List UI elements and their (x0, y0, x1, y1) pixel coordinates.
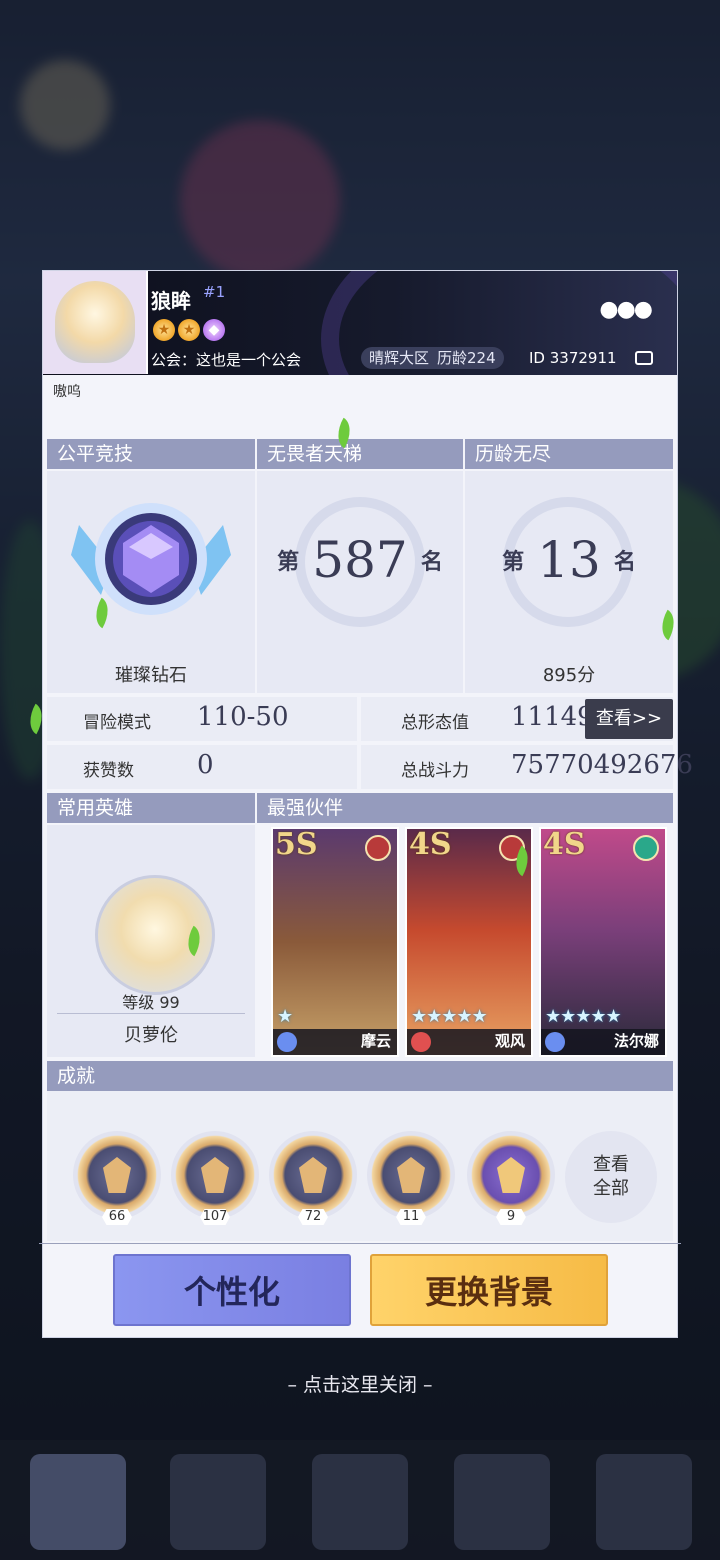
nav-item-guild[interactable] (454, 1454, 550, 1550)
close-hint[interactable]: – 点击这里关闭 – (0, 1370, 720, 1397)
player-id: ID 3372911 (529, 349, 617, 367)
endless-mode-cell[interactable]: 第 13 名 895分 (465, 471, 673, 693)
hero-name: 贝萝伦 (124, 1025, 178, 1046)
endless-rank: 第 13 名 (465, 531, 673, 589)
class-icon (411, 1032, 431, 1052)
stat-label: 冒险模式 (83, 713, 151, 733)
diamond-tier-emblem-icon (71, 503, 231, 615)
partner-card[interactable]: 4S ★★★★★ 观风 (405, 827, 533, 1057)
stat-label: 总形态值 (401, 713, 469, 733)
rank-number: 587 (312, 531, 408, 589)
rank-prefix: 第 (277, 550, 300, 575)
partner-stars: ★ (277, 1006, 293, 1027)
rank-prefix: 第 (502, 550, 525, 575)
section-header-endless: 历龄无尽 (465, 439, 673, 469)
diamond-icon: ◆ (203, 319, 225, 341)
partner-grade: 4S (543, 827, 586, 862)
nav-item-home[interactable] (30, 1454, 126, 1550)
section-header-fair: 公平竞技 (47, 439, 255, 469)
customize-button[interactable]: 个性化 (113, 1254, 351, 1326)
partner-name: 观风 (494, 1032, 525, 1050)
section-header-hero: 常用英雄 (47, 793, 255, 823)
achievement-count: 72 (298, 1209, 328, 1225)
player-name: 狼眸 (151, 289, 191, 313)
section-header-ladder: 无畏者天梯 (257, 439, 463, 469)
vip-stars: ★ ★ ◆ (153, 319, 225, 341)
view-all-line: 查看 (593, 1154, 629, 1175)
more-dots-icon[interactable]: ●●● (599, 297, 653, 322)
achievement-badge[interactable]: 107 (167, 1127, 263, 1225)
account-age: 历龄224 (437, 349, 496, 367)
class-icon (545, 1032, 565, 1052)
copy-icon[interactable] (635, 351, 653, 365)
partner-grade: 4S (409, 827, 452, 862)
partner-name: 摩云 (360, 1032, 391, 1050)
partner-stars: ★★★★★ (545, 1006, 622, 1027)
bottom-navigation (0, 1440, 720, 1560)
section-header-achievements: 成就 (47, 1061, 673, 1091)
divider (39, 1243, 681, 1244)
player-rank-tag: #1 (203, 283, 226, 301)
fire-element-icon (365, 835, 391, 861)
player-signature: 嗷呜 (53, 384, 81, 400)
stat-row-adventure: 冒险模式 110-50 (47, 697, 357, 741)
nav-item-hero[interactable] (170, 1454, 266, 1550)
partner-name: 法尔娜 (613, 1032, 659, 1050)
stat-label: 总战斗力 (401, 761, 469, 781)
view-form-button[interactable]: 查看>> (585, 699, 673, 739)
avatar-portrait (55, 281, 135, 363)
gold-star-icon: ★ (178, 319, 200, 341)
stat-value: 0 (197, 750, 214, 780)
class-icon (277, 1032, 297, 1052)
stat-value: 110-50 (197, 702, 289, 732)
view-all-achievements-button[interactable]: 查看 全部 (565, 1131, 657, 1223)
divider (57, 1013, 245, 1014)
change-background-button[interactable]: 更换背景 (370, 1254, 608, 1326)
achievement-count: 9 (496, 1209, 526, 1225)
stat-value: 75770492676 (511, 750, 693, 780)
profile-header: 狼眸 #1 ★ ★ ◆ 公会：这也是一个公会 ●●● 晴辉大区 历龄224 ID… (43, 271, 677, 375)
favorite-hero-cell[interactable]: 等级 99 贝萝伦 (47, 825, 255, 1057)
gold-star-icon: ★ (153, 319, 175, 341)
partner-card[interactable]: 5S ★ 摩云 (271, 827, 399, 1057)
achievement-badge[interactable]: 66 (69, 1127, 165, 1225)
nav-item-more[interactable] (596, 1454, 692, 1550)
guild-name: 公会：这也是一个公会 (151, 351, 302, 369)
view-all-line: 全部 (593, 1178, 629, 1199)
achievement-count: 11 (396, 1209, 426, 1225)
tier-name: 璀璨钻石 (115, 665, 187, 686)
nav-item-bag[interactable] (312, 1454, 408, 1550)
wind-element-icon (633, 835, 659, 861)
partner-grade: 5S (275, 827, 318, 862)
profile-panel: 狼眸 #1 ★ ★ ◆ 公会：这也是一个公会 ●●● 晴辉大区 历龄224 ID… (39, 270, 693, 1338)
rank-suffix: 名 (420, 550, 443, 575)
server-pill: 晴辉大区 历龄224 (361, 347, 504, 369)
stat-row-power: 总战斗力 75770492676 (361, 745, 693, 789)
partner-stars: ★★★★★ (411, 1006, 488, 1027)
achievement-badge[interactable]: 9 (463, 1127, 559, 1225)
rank-number: 13 (537, 531, 601, 589)
achievement-badge[interactable]: 11 (363, 1127, 459, 1225)
server-name: 晴辉大区 (369, 349, 430, 367)
endless-score: 895分 (542, 665, 596, 686)
achievement-count: 107 (200, 1209, 230, 1225)
stat-label: 获赞数 (83, 761, 134, 781)
ladder-mode-cell[interactable]: 第 587 名 (257, 471, 463, 693)
fair-mode-cell[interactable]: 璀璨钻石 (47, 471, 255, 693)
ladder-rank: 第 587 名 (257, 531, 463, 589)
rank-suffix: 名 (613, 550, 636, 575)
section-header-partners: 最强伙伴 (257, 793, 673, 823)
stat-row-likes: 获赞数 0 (47, 745, 357, 789)
partner-card[interactable]: 4S ★★★★★ 法尔娜 (539, 827, 667, 1057)
achievement-badge[interactable]: 72 (265, 1127, 361, 1225)
hero-level: 等级 99 (122, 993, 180, 1012)
avatar[interactable] (43, 271, 148, 374)
achievement-count: 66 (102, 1209, 132, 1225)
